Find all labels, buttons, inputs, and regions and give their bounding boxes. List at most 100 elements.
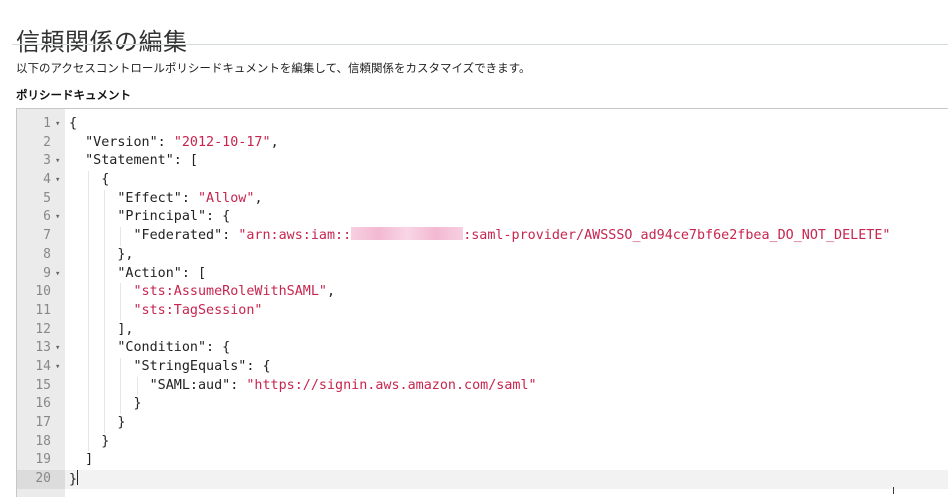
line-number-cell: 10	[17, 283, 65, 302]
code-text[interactable]: "Principal": {	[69, 208, 230, 228]
code-line[interactable]: 14 ▾ "StringEquals": {	[17, 357, 948, 377]
line-number: 13	[35, 340, 51, 356]
code-lines[interactable]: 1 ▾ {2 "Version": "2012-10-17", 3 ▾ "Stateme…	[17, 115, 948, 489]
fold-toggle-icon[interactable]: ▾	[55, 171, 60, 190]
code-line[interactable]: 20}	[17, 470, 948, 489]
indent-guide	[88, 208, 90, 228]
line-number-cell: 15	[17, 377, 65, 396]
indent-guide	[120, 395, 122, 415]
code-text[interactable]: "Statement": [	[69, 152, 198, 171]
line-number: 18	[35, 433, 51, 449]
code-line[interactable]: 7 "Federated": "arn:aws:iam:::saml-provi…	[17, 227, 948, 246]
code-line[interactable]: 5 "Effect": "Allow",	[17, 189, 948, 209]
line-number-cell: 17	[17, 414, 65, 433]
code-line[interactable]: 2 "Version": "2012-10-17",	[17, 134, 948, 153]
line-number: 12	[35, 321, 51, 337]
string-token: "sts:AssumeRoleWithSAML"	[133, 284, 327, 300]
line-number: 8	[43, 246, 51, 262]
code-text[interactable]: }	[69, 432, 109, 452]
line-number: 9	[43, 265, 51, 281]
indent-guide	[104, 395, 106, 415]
code-line[interactable]: 18 }	[17, 432, 948, 452]
line-number-cell: 13 ▾	[17, 339, 65, 358]
code-line[interactable]: 15 "SAML:aud": "https://signin.aws.amazo…	[17, 376, 948, 396]
indent-guide	[88, 189, 90, 209]
fold-toggle-icon[interactable]: ▾	[55, 339, 60, 358]
mouse-cursor-icon: I	[892, 486, 895, 497]
fold-toggle-icon[interactable]: ▾	[55, 265, 60, 284]
text-caret	[77, 470, 79, 486]
code-text[interactable]: }	[69, 414, 125, 433]
fold-toggle-icon[interactable]: ▾	[55, 208, 60, 227]
line-number-cell: 7	[17, 227, 65, 246]
line-number: 17	[35, 415, 51, 430]
string-token: "Allow"	[198, 190, 255, 206]
indent-guide	[120, 227, 122, 246]
code-text[interactable]: }	[69, 470, 79, 490]
line-number-cell: 3 ▾	[17, 152, 65, 171]
line-number: 15	[35, 377, 51, 393]
code-text[interactable]: "sts:AssumeRoleWithSAML",	[69, 283, 335, 302]
code-text[interactable]: "Condition": {	[69, 339, 230, 358]
code-text[interactable]: ],	[69, 320, 134, 340]
line-number: 14	[35, 358, 51, 374]
code-token: {	[69, 116, 78, 131]
code-token: "StringEquals": {	[69, 358, 271, 374]
line-number: 11	[35, 302, 51, 318]
indent-guide	[88, 301, 90, 321]
line-number-cell: 1 ▾	[17, 115, 65, 134]
indent-guide	[104, 283, 106, 302]
code-line[interactable]: 10 "sts:AssumeRoleWithSAML",	[17, 283, 948, 302]
line-number: 7	[43, 228, 51, 244]
code-text[interactable]: "Federated": "arn:aws:iam:::saml-provide…	[69, 227, 890, 246]
code-text[interactable]: "sts:TagSession"	[69, 301, 263, 321]
code-text[interactable]: {	[69, 115, 77, 134]
code-token: "Version":	[69, 134, 174, 150]
code-line[interactable]: 16 }	[17, 395, 948, 415]
code-text[interactable]: "Effect": "Allow",	[69, 189, 263, 209]
indent-guide	[104, 414, 106, 433]
code-line[interactable]: 1 ▾ {	[17, 115, 948, 134]
indent-guide	[88, 414, 90, 433]
code-text[interactable]: }	[69, 395, 142, 415]
indent-guide	[88, 432, 90, 452]
code-line[interactable]: 11 "sts:TagSession"	[17, 301, 948, 321]
code-line[interactable]: 3 ▾ "Statement": [	[17, 152, 948, 171]
policy-document-label: ポリシードキュメント	[16, 88, 131, 102]
indent-guide	[104, 227, 106, 246]
fold-toggle-icon[interactable]: ▾	[55, 115, 60, 134]
indent-guide	[104, 339, 106, 358]
line-number: 4	[43, 172, 51, 188]
line-number-cell: 8	[17, 246, 65, 265]
code-token: {	[69, 172, 110, 188]
line-number-cell: 11	[17, 302, 65, 321]
code-line[interactable]: 4 ▾ {	[17, 171, 948, 190]
code-text[interactable]: "Action": [	[69, 264, 206, 284]
page-title: 信頼関係の編集	[16, 28, 188, 57]
indent-guide	[104, 357, 106, 377]
code-text[interactable]: {	[69, 171, 109, 190]
string-token: "2012-10-17"	[173, 134, 271, 150]
indent-guide	[120, 301, 122, 321]
redacted-account-id	[351, 227, 464, 241]
line-number: 6	[43, 209, 51, 225]
code-text[interactable]: },	[69, 245, 134, 265]
code-line[interactable]: 6 ▾ "Principal": {	[17, 208, 948, 228]
code-text[interactable]: ]	[69, 451, 93, 470]
code-text[interactable]: "Version": "2012-10-17",	[69, 134, 279, 153]
code-line[interactable]: 19 ]	[17, 451, 948, 470]
indent-guide	[88, 264, 90, 284]
code-line[interactable]: 9 ▾ "Action": [	[17, 264, 948, 284]
fold-toggle-icon[interactable]: ▾	[55, 358, 60, 377]
code-text[interactable]: "SAML:aud": "https://signin.aws.amazon.c…	[69, 376, 537, 396]
code-text[interactable]: "StringEquals": {	[69, 357, 271, 377]
code-line[interactable]: 17 }	[17, 414, 948, 433]
code-line[interactable]: 8 },	[17, 245, 948, 265]
indent-guide	[104, 189, 106, 209]
indent-guide	[88, 283, 90, 302]
policy-code-editor[interactable]: 1 ▾ {2 "Version": "2012-10-17", 3 ▾ "Stateme…	[16, 108, 948, 497]
code-line[interactable]: 12 ],	[17, 320, 948, 340]
fold-toggle-icon[interactable]: ▾	[55, 152, 60, 171]
code-line[interactable]: 13 ▾ "Condition": {	[17, 339, 948, 358]
